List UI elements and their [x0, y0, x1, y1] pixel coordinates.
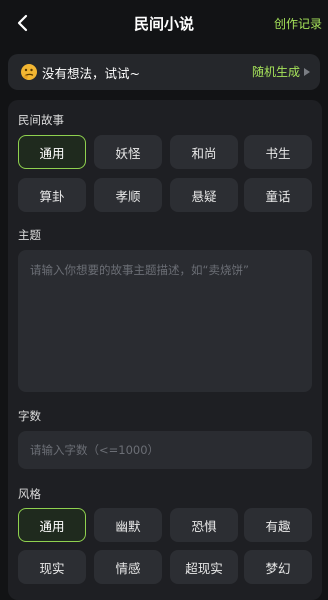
style-chip-realistic[interactable]: 现实	[18, 550, 86, 584]
word-count-input[interactable]	[18, 431, 312, 469]
style-chip-general[interactable]: 通用	[18, 508, 86, 542]
theme-label: 主题	[18, 228, 41, 242]
folk-chip-fairytale[interactable]: 童话	[244, 178, 312, 212]
word-count-label: 字数	[18, 409, 41, 423]
idea-prompt-text: 没有想法，试试~	[42, 66, 140, 81]
idea-bar[interactable]: 没有想法，试试~ 随机生成	[8, 54, 320, 90]
folk-chip-mystery[interactable]: 悬疑	[170, 178, 238, 212]
play-arrow-icon	[304, 67, 310, 76]
folk-chip-filial[interactable]: 孝顺	[94, 178, 162, 212]
folk-chip-monk[interactable]: 和尚	[170, 135, 238, 169]
random-generate-button[interactable]: 随机生成	[252, 63, 310, 80]
random-generate-label: 随机生成	[251, 65, 300, 79]
back-arrow-icon[interactable]	[14, 13, 32, 33]
style-chip-horror[interactable]: 恐惧	[170, 508, 238, 542]
thinking-emoji-icon	[21, 64, 37, 80]
style-chip-dreamy[interactable]: 梦幻	[244, 550, 312, 584]
top-bar: 民间小说 创作记录	[0, 0, 328, 48]
style-chip-emotional[interactable]: 情感	[94, 550, 162, 584]
creation-record-link[interactable]: 创作记录	[274, 15, 322, 32]
style-chip-humor[interactable]: 幽默	[94, 508, 162, 542]
theme-textarea[interactable]	[18, 250, 312, 392]
folk-chip-fortune[interactable]: 算卦	[18, 178, 86, 212]
style-chip-fun[interactable]: 有趣	[244, 508, 312, 542]
folk-chip-general[interactable]: 通用	[18, 135, 86, 169]
folk-chip-monster[interactable]: 妖怪	[94, 135, 162, 169]
folk-chip-scholar[interactable]: 书生	[244, 135, 312, 169]
style-chip-surreal[interactable]: 超现实	[170, 550, 238, 584]
form-panel: 民间故事 通用 妖怪 和尚 书生 算卦 孝顺 悬疑 童话 主题 字数 风格 通用…	[8, 100, 322, 600]
style-label: 风格	[18, 487, 41, 501]
folk-story-label: 民间故事	[18, 113, 64, 127]
